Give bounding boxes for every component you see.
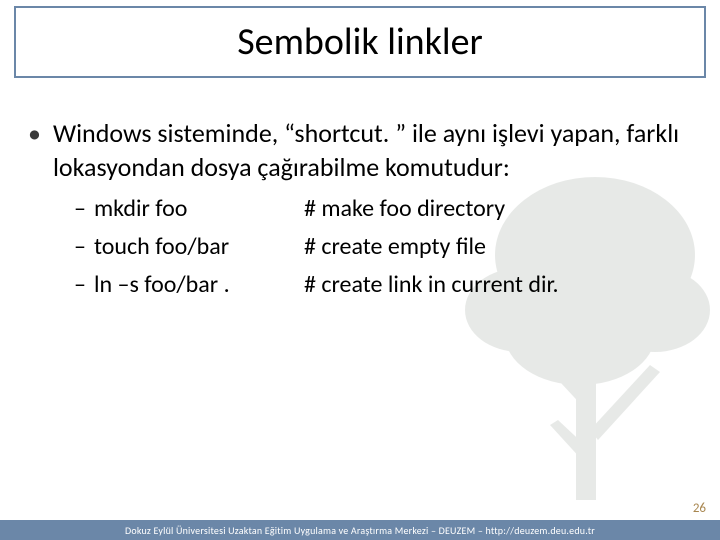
comment-text: # create empty file [304, 228, 486, 266]
bullet-level1: • Windows sisteminde, “shortcut. ” ile a… [28, 116, 692, 184]
slide: Sembolik linkler • Windows sisteminde, “… [0, 0, 720, 540]
footer-bar: Dokuz Eylül Üniversitesi Uzaktan Eğitim … [0, 520, 720, 540]
comment-text: # make foo directory [304, 190, 505, 228]
body-container: • Windows sisteminde, “shortcut. ” ile a… [28, 116, 692, 304]
dash-icon: – [74, 266, 86, 304]
bullet-level1-text: Windows sisteminde, “shortcut. ” ile ayn… [53, 116, 692, 184]
page-number: 26 [693, 501, 706, 516]
bullet-dot-icon: • [28, 116, 41, 150]
slide-title: Sembolik linkler [237, 19, 483, 65]
sub-bullet-list: – mkdir foo # make foo directory – touch… [74, 190, 692, 304]
comment-text: # create link in current dir. [304, 266, 559, 304]
dash-icon: – [74, 190, 86, 228]
command-text: mkdir foo [94, 190, 304, 228]
title-container: Sembolik linkler [14, 6, 706, 78]
footer-text: Dokuz Eylül Üniversitesi Uzaktan Eğitim … [125, 524, 595, 537]
command-text: touch foo/bar [94, 228, 304, 266]
dash-icon: – [74, 228, 86, 266]
command-text: ln –s foo/bar . [94, 266, 304, 304]
list-item: – mkdir foo # make foo directory [74, 190, 692, 228]
list-item: – touch foo/bar # create empty file [74, 228, 692, 266]
list-item: – ln –s foo/bar . # create link in curre… [74, 266, 692, 304]
